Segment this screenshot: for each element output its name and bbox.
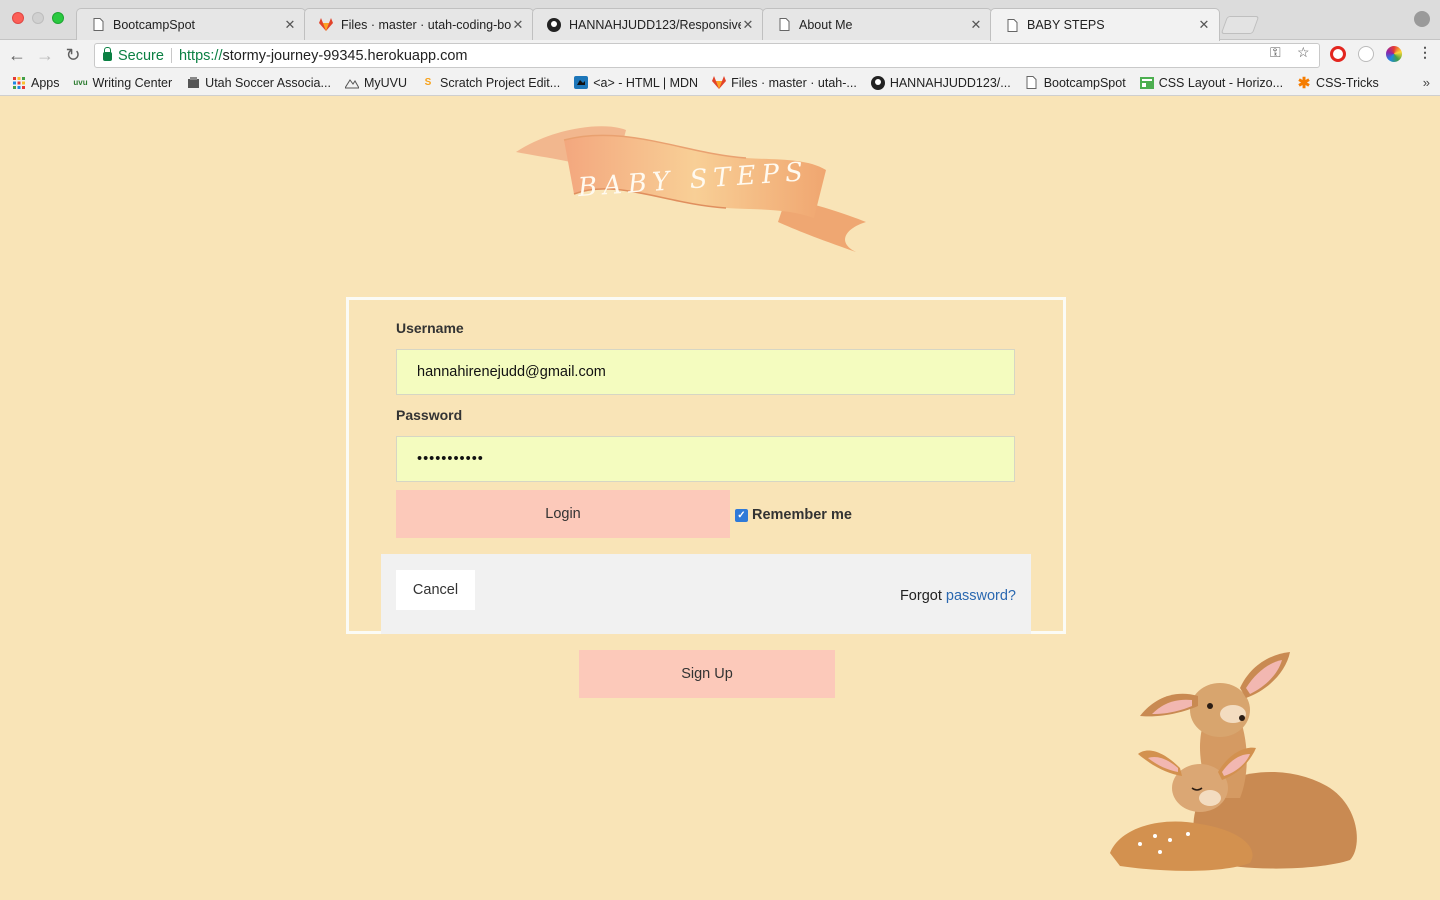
url-host: stormy-journey-99345.herokuapp.com [222, 47, 468, 64]
cancel-button[interactable]: Cancel [396, 570, 475, 610]
forgot-password-link[interactable]: password? [946, 588, 1016, 604]
bookmark-bootcampspot[interactable]: BootcampSpot [1025, 76, 1126, 90]
close-icon[interactable]: ✕ [283, 17, 297, 33]
baby-steps-banner-logo: BABY STEPS [516, 126, 866, 252]
address-bar[interactable]: Secure https:// stormy-journey-99345.her… [94, 43, 1320, 68]
bookmark-scratch[interactable]: S Scratch Project Edit... [421, 75, 561, 90]
close-icon[interactable]: ✕ [1197, 17, 1211, 33]
tab-bootcampspot[interactable]: BootcampSpot ✕ [76, 8, 306, 40]
forgot-prefix: Forgot [899, 588, 946, 604]
github-icon [870, 75, 885, 90]
mountain-icon [344, 76, 359, 90]
page-icon [777, 18, 791, 32]
bookmark-label: <a> - HTML | MDN [593, 75, 699, 90]
css-tricks-icon: ✱ [1297, 74, 1311, 92]
checkmark-icon[interactable]: ✓ [735, 508, 748, 522]
bookmark-writing-center[interactable]: uvu Writing Center [73, 75, 173, 90]
remember-me-label: Remember me [752, 507, 852, 523]
tab-gitlab-files[interactable]: Files · master · utah-coding-bo ✕ [304, 8, 534, 40]
apps-grid-icon [12, 76, 26, 90]
reload-icon[interactable]: ↻ [62, 44, 84, 66]
page-icon [1025, 76, 1039, 90]
bookmark-label: HANNAHJUDD123/... [889, 75, 1011, 90]
tab-github-repo[interactable]: HANNAHJUDD123/Responsive ✕ [532, 8, 764, 40]
tab-title: BABY STEPS [1027, 18, 1105, 32]
bookmark-css-tricks[interactable]: ✱ CSS-Tricks [1297, 74, 1379, 92]
opera-icon[interactable] [1330, 46, 1346, 62]
login-form: Username hannahirenejudd@gmail.com Passw… [346, 297, 1066, 634]
mdn-icon [574, 76, 589, 90]
username-input[interactable]: hannahirenejudd@gmail.com [396, 349, 1015, 395]
gitlab-icon [319, 18, 333, 32]
username-label: Username [396, 320, 464, 336]
bookmarks-bar: Apps uvu Writing Center Utah Soccer Asso… [0, 70, 1440, 96]
page-icon [1005, 18, 1019, 32]
tab-title: BootcampSpot [113, 17, 195, 32]
menu-icon[interactable]: ⋮ [1418, 44, 1432, 61]
bookmark-myuvu[interactable]: MyUVU [344, 75, 407, 90]
login-button[interactable]: Login [396, 490, 730, 538]
bookmark-label: Utah Soccer Associa... [205, 75, 331, 90]
close-icon[interactable]: ✕ [969, 17, 983, 33]
bookmark-label: Scratch Project Edit... [440, 75, 561, 90]
key-icon[interactable]: ⚿ [1270, 44, 1281, 61]
profile-icon[interactable] [1414, 11, 1430, 27]
bookmark-label: Files · master · utah-... [731, 75, 857, 90]
minimize-window-button[interactable] [32, 12, 44, 24]
lock-icon [103, 47, 112, 61]
chevron-right-icon[interactable]: » [1423, 75, 1430, 90]
new-tab-button[interactable] [1220, 16, 1260, 34]
password-label: Password [396, 407, 463, 423]
css-layout-icon [1139, 76, 1154, 90]
close-icon[interactable]: ✕ [741, 17, 755, 33]
url-scheme: https:// [178, 47, 223, 64]
bookmark-mdn[interactable]: <a> - HTML | MDN [574, 76, 698, 90]
secure-label: Secure [118, 47, 164, 64]
star-icon[interactable]: ☆ [1297, 44, 1310, 61]
bookmark-apps[interactable]: Apps [12, 76, 60, 90]
bookmark-label: BootcampSpot [1043, 75, 1126, 90]
close-window-button[interactable] [12, 12, 24, 24]
deer-illustration [1110, 652, 1357, 871]
page-icon [91, 18, 105, 32]
close-icon[interactable]: ✕ [511, 17, 525, 33]
uvu-icon: uvu [73, 78, 88, 87]
tab-baby-steps[interactable]: BABY STEPS ✕ [990, 8, 1220, 41]
forward-arrow-icon[interactable]: → [34, 44, 56, 66]
bookmark-label: Writing Center [92, 75, 173, 90]
password-input[interactable]: ••••••••••• [396, 436, 1015, 482]
github-icon [547, 17, 561, 32]
forgot-password-text: Forgot password? [900, 588, 1016, 604]
back-arrow-icon[interactable]: ← [6, 44, 28, 66]
browser-toolbar: ← → ↻ Secure https:// stormy-journey-993… [0, 40, 1440, 70]
bookmark-css-layout[interactable]: CSS Layout - Horizo... [1139, 75, 1284, 90]
bookmark-gitlab-files[interactable]: Files · master · utah-... [712, 76, 857, 90]
divider [170, 48, 172, 63]
bookmark-utah-soccer[interactable]: Utah Soccer Associa... [186, 76, 331, 90]
bookmark-github[interactable]: HANNAHJUDD123/... [870, 75, 1011, 90]
extension-icon[interactable] [1358, 46, 1374, 62]
tab-about-me[interactable]: About Me ✕ [762, 8, 992, 40]
tab-title: About Me [799, 17, 853, 32]
maximize-window-button[interactable] [52, 12, 64, 24]
bookmark-label: Apps [31, 75, 60, 90]
scratch-icon: S [424, 77, 432, 88]
bookmark-label: CSS Layout - Horizo... [1158, 75, 1284, 90]
soccer-icon [186, 76, 200, 90]
sign-up-button[interactable]: Sign Up [579, 650, 835, 698]
bookmark-label: MyUVU [363, 75, 407, 90]
tab-title: HANNAHJUDD123/Responsive [569, 17, 741, 32]
tab-title: Files · master · utah-coding-bo [341, 17, 511, 32]
remember-me-checkbox[interactable]: ✓ Remember me [735, 507, 852, 523]
color-picker-icon[interactable] [1386, 46, 1402, 62]
gitlab-icon [712, 76, 727, 90]
login-footer: Cancel Forgot password? [381, 554, 1031, 634]
bookmark-label: CSS-Tricks [1316, 75, 1379, 90]
tab-strip: BootcampSpot ✕ Files · master · utah-cod… [0, 0, 1440, 41]
